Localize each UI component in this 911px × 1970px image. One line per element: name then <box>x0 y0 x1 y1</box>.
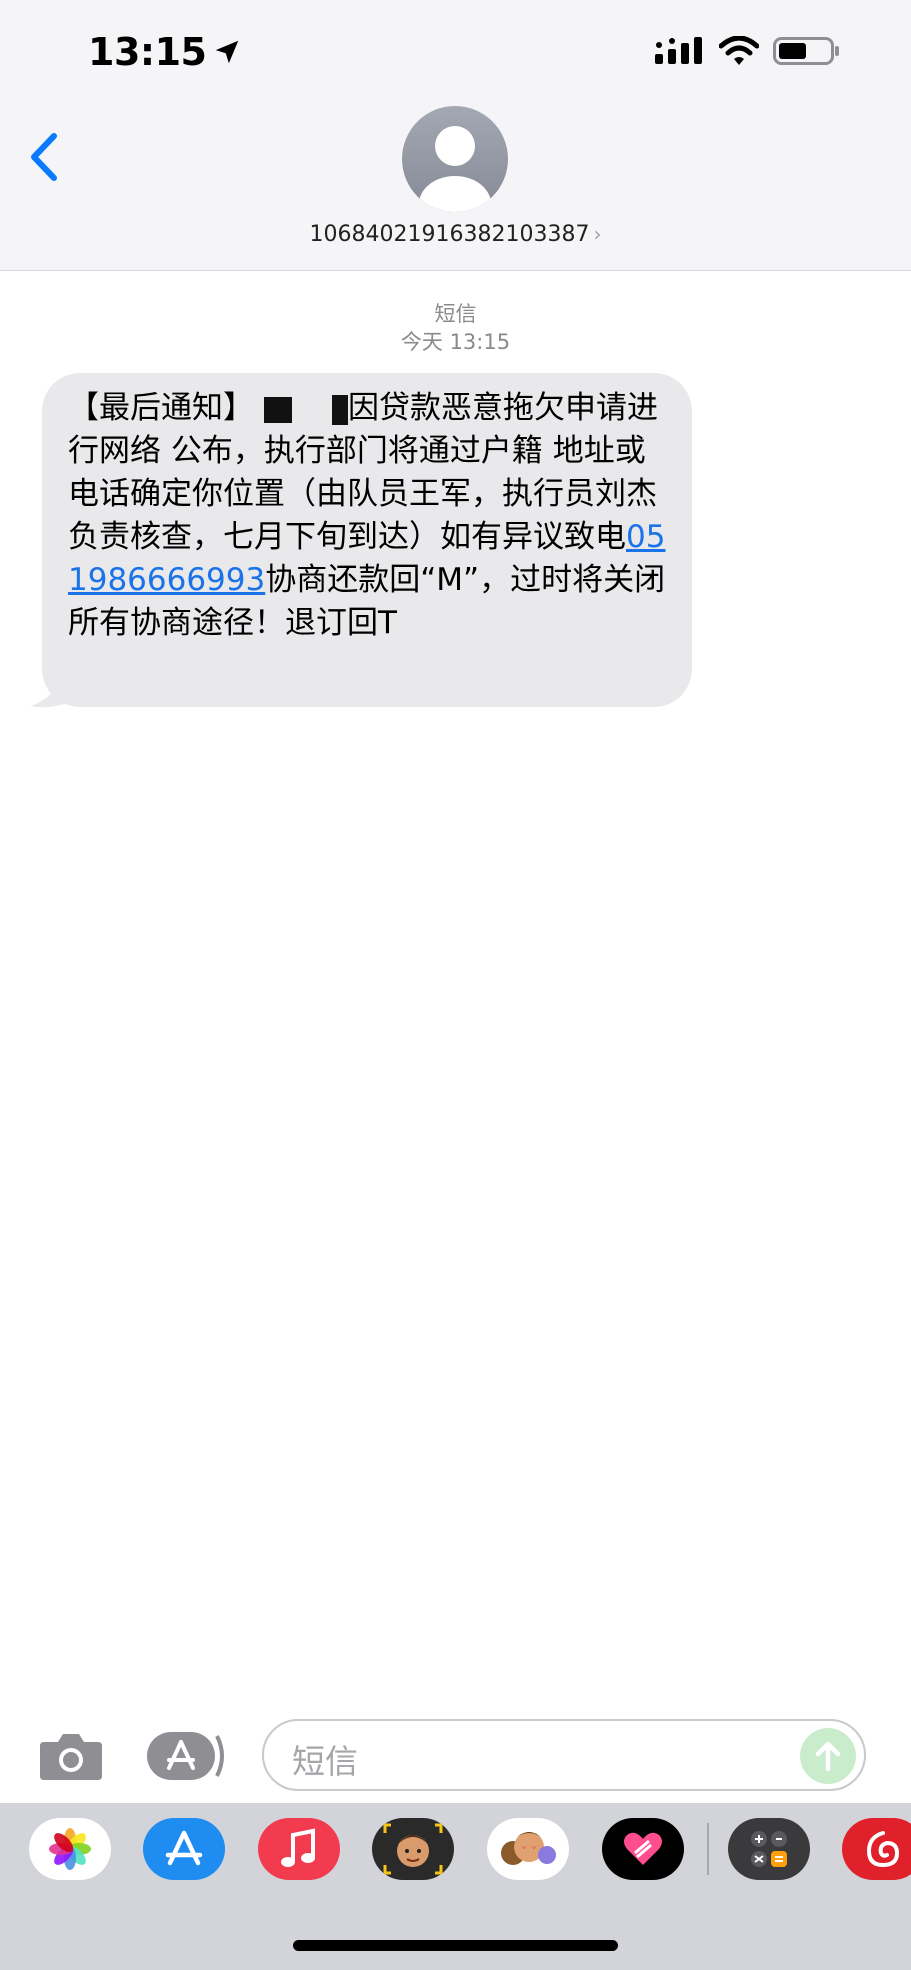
music-icon[interactable] <box>258 1818 340 1880</box>
heart-glyph <box>624 1832 662 1865</box>
status-time: 13:15 <box>88 30 242 74</box>
contact-number: 10684021916382103387 <box>309 222 590 247</box>
redacted-name <box>264 396 292 423</box>
tray-divider <box>707 1823 709 1875</box>
photos-icon[interactable] <box>29 1818 111 1880</box>
message-bubble[interactable]: 【最后通知】 因贷款恶意拖欠申请进行网络 公布，执行部门将通过户籍 地址或电话确定… <box>42 373 692 707</box>
app-store-glyph <box>165 1830 203 1866</box>
battery-icon <box>773 37 839 65</box>
animoji-stickers-icon[interactable] <box>487 1818 569 1880</box>
stickers-faces-glyph <box>501 1832 556 1865</box>
home-indicator[interactable] <box>293 1940 618 1951</box>
status-indicators <box>655 36 841 66</box>
message-input[interactable]: 短信 <box>262 1719 866 1791</box>
arrow-up-icon <box>815 1741 841 1772</box>
person-icon <box>419 126 491 212</box>
conversation-header: 13:15 10684021916382103387 › <box>0 0 911 271</box>
message-text: 【最后通知】 因贷款恶意拖欠申请进行网络 公布，执行部门将通过户籍 地址或电话确定… <box>68 387 668 645</box>
contact-avatar[interactable] <box>402 106 508 212</box>
memoji-icon[interactable] <box>372 1818 454 1880</box>
chevron-left-icon <box>31 133 57 181</box>
redacted-name <box>332 394 348 425</box>
contact-chevron: › <box>593 222 602 246</box>
digital-touch-icon[interactable] <box>602 1818 684 1880</box>
app-store-icon[interactable] <box>147 1730 227 1782</box>
netease-music-icon[interactable] <box>842 1818 911 1880</box>
app-store-icon[interactable] <box>143 1818 225 1880</box>
music-note-glyph <box>281 1828 315 1867</box>
message-text-part1: 【最后通知】 <box>68 390 254 426</box>
cellular-signal-icon <box>655 37 702 64</box>
contact-name[interactable]: 10684021916382103387 › <box>0 222 911 247</box>
netease-swirl-glyph <box>866 1831 900 1868</box>
calculator-grid-glyph <box>751 1831 787 1867</box>
wifi-icon <box>719 36 759 65</box>
memoji-face-glyph <box>383 1823 443 1875</box>
camera-icon[interactable] <box>38 1730 104 1782</box>
photos-flower-glyph <box>49 1828 91 1870</box>
service-label: 短信 <box>434 302 477 326</box>
message-input-placeholder: 短信 <box>292 1742 358 1781</box>
calculator-icon[interactable] <box>728 1818 810 1880</box>
status-time-text: 13:15 <box>88 30 207 74</box>
message-timestamp: 今天 13:15 <box>400 330 511 354</box>
send-button[interactable] <box>800 1728 856 1784</box>
back-button[interactable] <box>26 130 76 190</box>
location-arrow-icon <box>216 40 239 64</box>
